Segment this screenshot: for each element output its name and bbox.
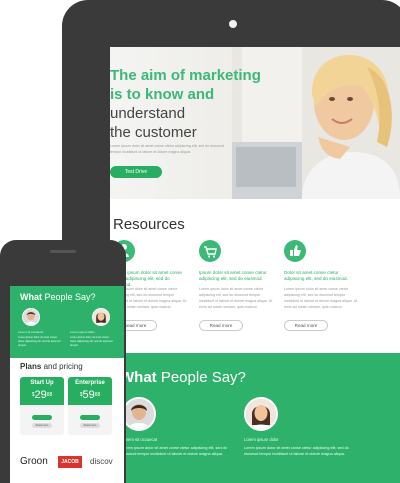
pricing-card-start-up: Start Up $2988 Read more	[20, 377, 64, 435]
avatar	[244, 397, 278, 431]
avatar	[92, 308, 110, 326]
resource-title: Dolor sit amet conse ctetur adipiscing e…	[284, 270, 348, 281]
plan-price: $2988	[20, 388, 64, 402]
testimonial-quote: Lorem ipsum dolor sit amet conse ctetur …	[122, 446, 227, 456]
plan-price: $5988	[68, 388, 112, 402]
hero-headline-line-4: the customer	[110, 124, 197, 141]
plan-read-more-button[interactable]: Read more	[32, 423, 52, 428]
device-mockup-stage: The aim of marketing is to know and unde…	[0, 0, 400, 483]
plan-select-button[interactable]	[32, 415, 52, 420]
avatar	[22, 308, 40, 326]
hero-headline-line-1: The aim of marketing	[110, 67, 261, 84]
price-amount: 59	[82, 389, 95, 401]
phone-testimonials-heading-rest: People Say?	[42, 292, 96, 302]
thumbs-up-icon	[284, 240, 306, 262]
phone-speaker	[50, 250, 76, 253]
plan-name: Start Up	[30, 380, 54, 386]
phone-screen: What People Say? Lorem sit occaecat Lore…	[10, 286, 124, 483]
discovery-logo: discov	[90, 457, 113, 466]
resource-text: Lorem ipsum dolor sit amet conse ctetur …	[284, 287, 358, 309]
price-cents: 88	[94, 392, 101, 398]
plans-heading: Plans and pricing	[20, 362, 83, 371]
hero-headline-line-3: understand	[110, 105, 186, 122]
phone-testimonials-heading-bold: What	[20, 292, 42, 302]
groon-logo: Groon	[20, 456, 48, 467]
plan-select-button[interactable]	[80, 415, 100, 420]
test-drive-button[interactable]: Test Drive	[110, 166, 162, 178]
read-more-button[interactable]: Read more	[284, 320, 328, 331]
resource-text: Lorem ipsum dolor sit amet conse ctetur …	[199, 287, 273, 309]
phone-testimonials-heading: What People Say?	[20, 292, 96, 302]
testimonial-author: Lorem sit occaecat	[18, 330, 44, 334]
pricing-card-enterprise: Enterprise $5988 Read more	[68, 377, 112, 435]
testimonial-quote: Lorem ipsum dolor sit amet conse ctetur …	[18, 336, 61, 347]
cart-icon	[199, 240, 221, 262]
hero-headline-green: The aim of marketing is to know and	[110, 66, 280, 104]
testimonial-quote: Lorem ipsum dolor sit amet conse ctetur …	[244, 446, 349, 456]
testimonial-author: Lorem ipsum dolor	[70, 330, 95, 334]
avatar	[122, 397, 156, 431]
pricing-card-header: Enterprise $5988	[68, 377, 112, 405]
read-more-button[interactable]: Read more	[199, 320, 243, 331]
resource-title: Ipsum dolor sit amet conse ctetur adipis…	[199, 270, 267, 281]
plan-read-more-button[interactable]: Read more	[80, 423, 100, 428]
jacob-logo: JACOB	[58, 456, 82, 468]
resources-heading: Resources	[113, 216, 185, 233]
hero-headline-dark: understand the customer	[110, 104, 280, 142]
hero-body-text: Lorem ipsum dolor sit amet conse ctetur …	[110, 144, 224, 154]
phone-testimonials-section: What People Say? Lorem sit occaecat Lore…	[10, 286, 124, 358]
testimonials-section: What People Say? Lorem sit occaecat Lore…	[110, 353, 400, 483]
button-label: Read more	[35, 424, 49, 427]
testimonials-heading-rest: People Say?	[156, 369, 246, 386]
hero-headline-line-2: is to know and	[110, 86, 215, 103]
plans-heading-rest: and pricing	[41, 362, 83, 371]
plans-heading-bold: Plans	[20, 362, 42, 371]
price-cents: 88	[46, 392, 53, 398]
hero-section: The aim of marketing is to know and unde…	[110, 47, 400, 199]
pricing-card-header: Start Up $2988	[20, 377, 64, 405]
tablet-camera	[229, 20, 237, 28]
tablet-screen: The aim of marketing is to know and unde…	[110, 47, 400, 483]
testimonial-quote: Lorem ipsum dolor sit amet conse ctetur …	[70, 336, 113, 347]
plan-name: Enterprise	[75, 380, 105, 386]
testimonial-author: Lorem ipsum dolor	[244, 437, 279, 442]
testimonial-author: Lorem sit occaecat	[122, 437, 158, 442]
price-amount: 29	[34, 389, 47, 401]
button-label: Read more	[83, 424, 97, 427]
testimonials-heading: What People Say?	[120, 369, 246, 386]
